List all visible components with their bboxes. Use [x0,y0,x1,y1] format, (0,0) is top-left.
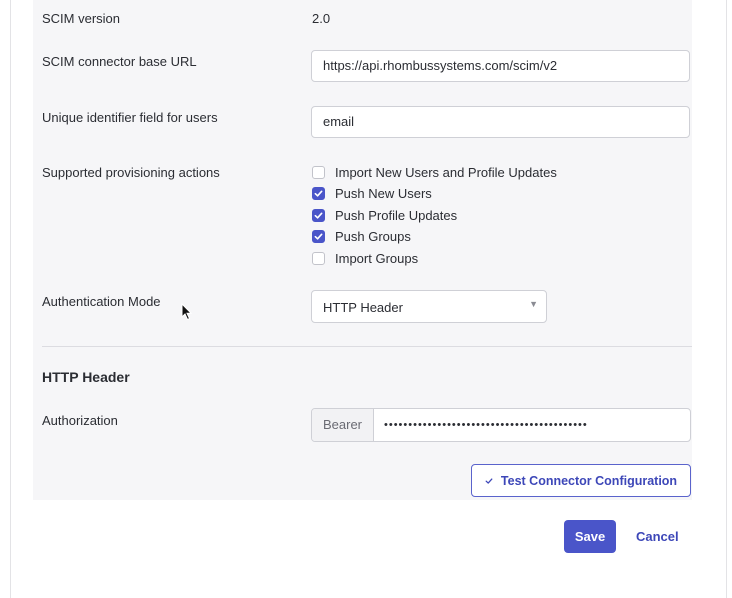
action-label: Import Groups [335,250,419,266]
action-push-profile-updates[interactable]: Push Profile Updates [312,206,457,224]
base-url-label: SCIM connector base URL [42,54,197,69]
scim-version-value: 2.0 [312,11,331,26]
authorization-label: Authorization [42,413,118,428]
action-push-groups[interactable]: Push Groups [312,227,411,245]
unique-id-label: Unique identifier field for users [42,110,218,125]
bearer-prefix: Bearer [312,409,374,441]
mouse-cursor-icon [181,303,193,321]
action-label: Import New Users and Profile Updates [335,164,557,180]
action-label: Push New Users [335,185,432,201]
authorization-field[interactable]: Bearer •••••••••••••••••••••••••••••••••… [311,408,691,442]
checkbox-unchecked[interactable] [312,251,325,265]
action-push-new-users[interactable]: Push New Users [312,184,432,202]
checkbox-checked[interactable] [312,186,325,200]
auth-mode-label: Authentication Mode [42,294,161,309]
unique-id-field[interactable]: email [311,106,690,138]
section-divider [42,346,692,347]
save-button[interactable]: Save [564,520,616,553]
checkbox-checked[interactable] [312,229,325,243]
chevron-down-icon: ▼ [529,299,538,309]
action-label: Push Groups [335,228,411,244]
auth-mode-selected: HTTP Header [323,300,403,315]
token-masked-value: ••••••••••••••••••••••••••••••••••••••••… [384,419,588,431]
provisioning-actions-label: Supported provisioning actions [42,165,220,180]
scim-version-label: SCIM version [42,11,121,26]
check-icon [485,477,493,484]
checkbox-checked[interactable] [312,208,325,222]
auth-mode-select[interactable]: HTTP Header ▼ [311,290,547,323]
checkbox-unchecked[interactable] [312,165,325,179]
base-url-field[interactable]: https://api.rhombussystems.com/scim/v2 [311,50,690,82]
action-label: Push Profile Updates [335,207,458,223]
check-icon [314,190,323,197]
check-icon [314,233,323,240]
cancel-button[interactable]: Cancel [636,529,679,544]
test-connector-label: Test Connector Configuration [500,473,678,488]
test-connector-button[interactable]: Test Connector Configuration [471,464,691,497]
action-import-groups[interactable]: Import Groups [312,249,418,267]
action-import-users[interactable]: Import New Users and Profile Updates [312,163,557,181]
check-icon [314,212,323,219]
http-header-title: HTTP Header [42,369,130,385]
